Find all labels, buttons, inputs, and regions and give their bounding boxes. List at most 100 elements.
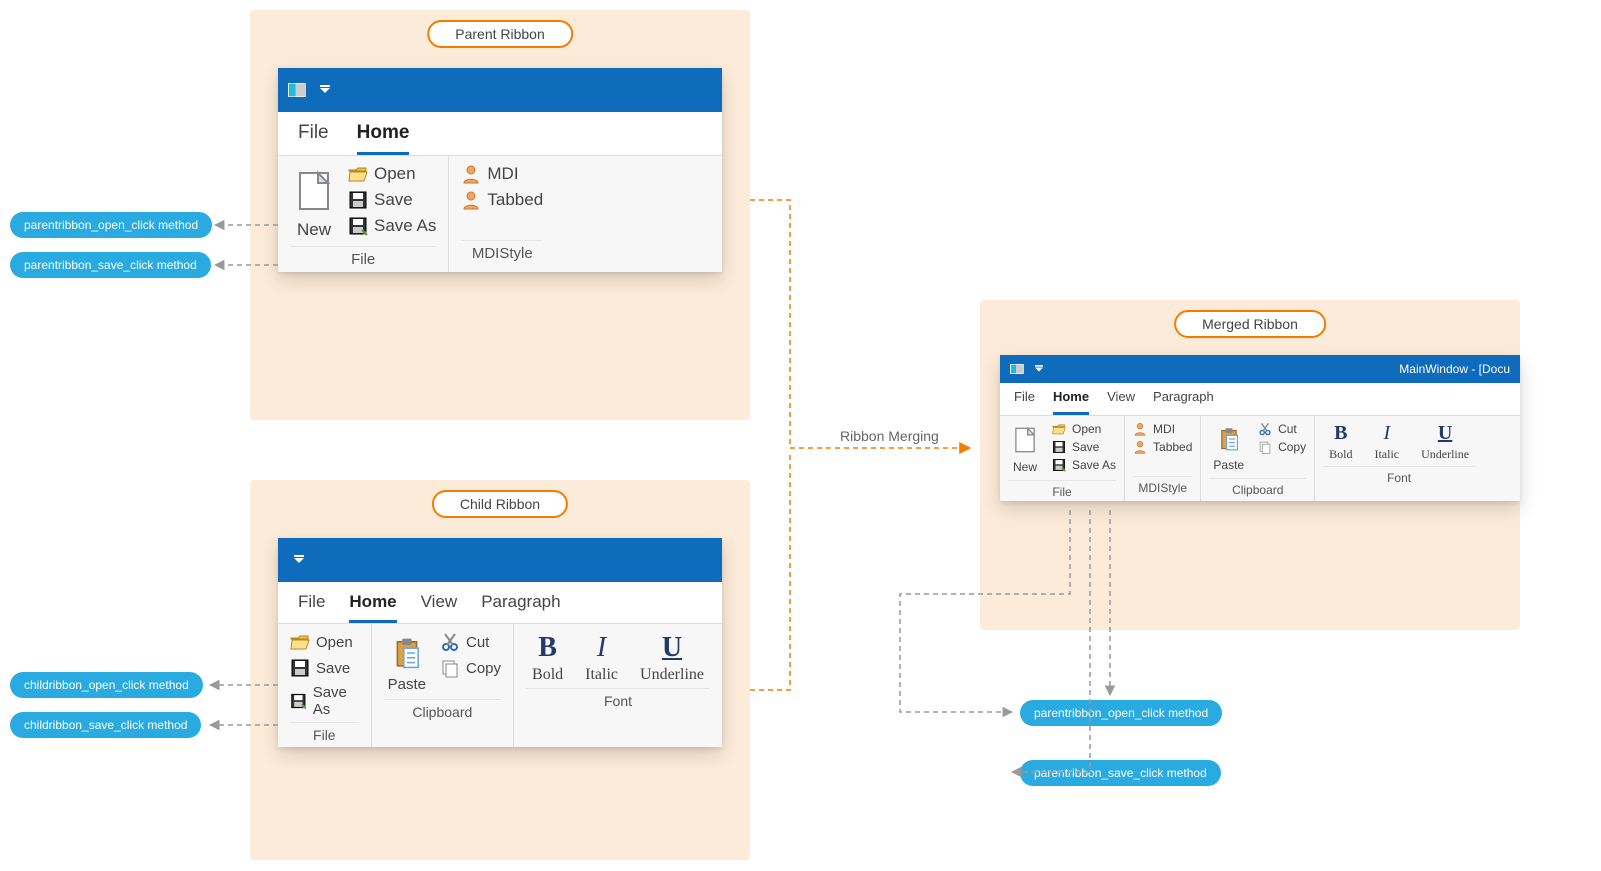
merged-save-method-pill: parentribbon_save_click method bbox=[1020, 760, 1221, 786]
save-as-label: Save As bbox=[313, 684, 359, 718]
open-label: Open bbox=[1072, 422, 1101, 436]
copy-label: Copy bbox=[466, 660, 501, 677]
save-button[interactable]: Save bbox=[290, 658, 359, 678]
parent-save-method-pill: parentribbon_save_click method bbox=[10, 252, 211, 278]
save-button[interactable]: Save bbox=[1052, 440, 1116, 454]
tab-row: File Home View Paragraph bbox=[1000, 383, 1520, 416]
child-panel: Child Ribbon File Home View Paragraph Op… bbox=[250, 480, 750, 860]
tab-view[interactable]: View bbox=[421, 592, 458, 623]
italic-glyph: I bbox=[597, 632, 606, 664]
bold-button[interactable]: BBold bbox=[1323, 422, 1358, 462]
person-icon bbox=[1133, 440, 1147, 454]
tab-home[interactable]: Home bbox=[1053, 389, 1089, 415]
save-label: Save bbox=[1072, 440, 1099, 454]
merge-label: Ribbon Merging bbox=[840, 428, 939, 444]
open-button[interactable]: Open bbox=[348, 164, 436, 184]
mdi-label: MDI bbox=[1153, 422, 1175, 436]
group-mdi-label: MDIStyle bbox=[461, 240, 543, 262]
qat-dropdown-icon[interactable] bbox=[320, 88, 330, 93]
group-file: New Open Save Save As bbox=[278, 156, 449, 272]
title-bar bbox=[278, 538, 722, 582]
paste-icon bbox=[1217, 424, 1241, 454]
save-as-label: Save As bbox=[1072, 458, 1116, 472]
copy-button[interactable]: Copy bbox=[440, 658, 501, 678]
bold-glyph: B bbox=[538, 632, 557, 664]
cut-icon bbox=[1258, 422, 1272, 436]
cut-label: Cut bbox=[466, 634, 489, 651]
cut-button[interactable]: Cut bbox=[1258, 422, 1306, 436]
group-font-label: Font bbox=[1323, 466, 1475, 485]
tab-file[interactable]: File bbox=[298, 592, 325, 623]
group-clipboard: Paste Cut Copy Clipboard bbox=[1201, 416, 1315, 501]
qat-dropdown-icon[interactable] bbox=[294, 558, 304, 563]
italic-glyph: I bbox=[1383, 422, 1390, 445]
tab-paragraph[interactable]: Paragraph bbox=[1153, 389, 1214, 415]
tabbed-button[interactable]: Tabbed bbox=[1133, 440, 1192, 454]
save-label: Save bbox=[374, 190, 413, 210]
bold-label: Bold bbox=[532, 666, 563, 684]
save-label: Save bbox=[316, 660, 350, 677]
new-label: New bbox=[1013, 460, 1037, 474]
group-clipboard-label: Clipboard bbox=[1209, 478, 1306, 497]
tab-view[interactable]: View bbox=[1107, 389, 1135, 415]
paste-button[interactable]: Paste bbox=[384, 632, 430, 695]
tabbed-button[interactable]: Tabbed bbox=[461, 190, 543, 210]
parent-open-method-pill: parentribbon_open_click method bbox=[10, 212, 212, 238]
folder-open-icon bbox=[290, 632, 310, 652]
underline-button[interactable]: U Underline bbox=[1415, 422, 1475, 462]
tab-home[interactable]: Home bbox=[357, 122, 410, 155]
cut-button[interactable]: Cut bbox=[440, 632, 501, 652]
mdi-button[interactable]: MDI bbox=[1133, 422, 1192, 436]
group-font: B Bold I Italic U Underline Font bbox=[514, 624, 722, 747]
paste-icon bbox=[391, 634, 423, 672]
tab-row: File Home bbox=[278, 112, 722, 156]
open-button[interactable]: Open bbox=[1052, 422, 1116, 436]
save-icon bbox=[290, 658, 310, 678]
save-as-label: Save As bbox=[374, 216, 436, 236]
groups: New Open Save Save As File MDI Tabbed x bbox=[1000, 416, 1520, 501]
underline-glyph: U bbox=[1438, 422, 1452, 445]
open-button[interactable]: Open bbox=[290, 632, 359, 652]
child-open-method-pill: childribbon_open_click method bbox=[10, 672, 203, 698]
app-icon bbox=[1010, 364, 1024, 374]
copy-button[interactable]: Copy bbox=[1258, 440, 1306, 454]
bold-button[interactable]: B Bold bbox=[526, 632, 569, 684]
tabbed-label: Tabbed bbox=[487, 190, 543, 210]
save-as-button[interactable]: Save As bbox=[290, 684, 359, 718]
new-button[interactable]: New bbox=[1008, 422, 1042, 476]
save-button[interactable]: Save bbox=[348, 190, 436, 210]
tab-row: File Home View Paragraph bbox=[278, 582, 722, 624]
save-as-button[interactable]: Save As bbox=[348, 216, 436, 236]
mdi-button[interactable]: MDI bbox=[461, 164, 543, 184]
cut-label: Cut bbox=[1278, 422, 1297, 436]
paste-label: Paste bbox=[388, 676, 426, 693]
group-clipboard-label: Clipboard bbox=[384, 699, 501, 720]
group-file-label: File bbox=[290, 722, 359, 743]
paste-label: Paste bbox=[1213, 458, 1244, 472]
italic-button[interactable]: I Italic bbox=[579, 632, 624, 684]
tab-file[interactable]: File bbox=[1014, 389, 1035, 415]
copy-label: Copy bbox=[1278, 440, 1306, 454]
new-button[interactable]: New bbox=[290, 164, 338, 242]
child-save-method-pill: childribbon_save_click method bbox=[10, 712, 201, 738]
paste-button[interactable]: Paste bbox=[1209, 422, 1248, 474]
group-mdistyle: MDI Tabbed x MDIStyle bbox=[449, 156, 555, 272]
tab-file[interactable]: File bbox=[298, 122, 329, 155]
underline-button[interactable]: U Underline bbox=[634, 632, 710, 684]
merged-ribbon-window: MainWindow - [Docu File Home View Paragr… bbox=[1000, 355, 1520, 501]
new-file-icon bbox=[294, 166, 334, 216]
save-as-icon bbox=[1052, 458, 1066, 472]
group-file: New Open Save Save As File bbox=[1000, 416, 1125, 501]
underline-label: Underline bbox=[1421, 447, 1469, 462]
bold-glyph: B bbox=[1334, 422, 1347, 445]
tab-home[interactable]: Home bbox=[349, 592, 396, 623]
folder-open-icon bbox=[1052, 422, 1066, 436]
italic-button[interactable]: IItalic bbox=[1368, 422, 1405, 462]
person-icon bbox=[461, 190, 481, 210]
tab-paragraph[interactable]: Paragraph bbox=[481, 592, 560, 623]
folder-open-icon bbox=[348, 164, 368, 184]
qat-dropdown-icon[interactable] bbox=[1035, 367, 1043, 371]
save-as-button[interactable]: Save As bbox=[1052, 458, 1116, 472]
underline-glyph: U bbox=[662, 632, 682, 664]
save-as-icon bbox=[348, 216, 368, 236]
